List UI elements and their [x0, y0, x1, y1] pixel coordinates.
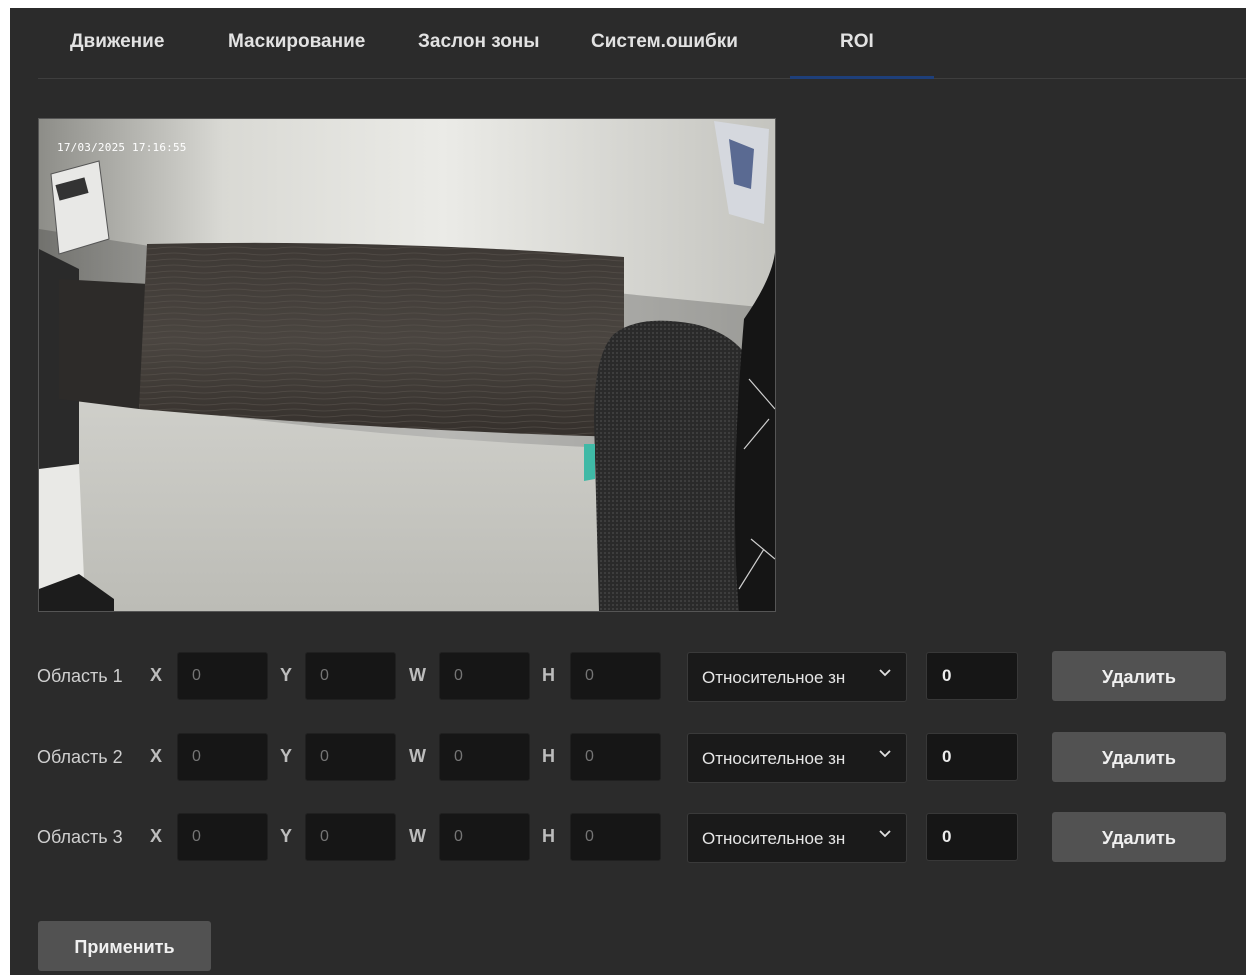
region-y-input[interactable]	[305, 652, 396, 700]
region-value-input[interactable]	[926, 652, 1018, 700]
h-label: H	[542, 665, 555, 685]
x-label: X	[150, 665, 163, 685]
x-label: X	[150, 746, 163, 766]
region-label: Область 3	[37, 827, 123, 847]
region-w-input[interactable]	[439, 813, 530, 861]
region-h-input[interactable]	[570, 813, 661, 861]
region-x-input[interactable]	[177, 733, 268, 781]
region-mode-select[interactable]: Относительное зн	[687, 813, 907, 863]
tab-bar: Движение Маскирование Заслон зоны Систем…	[38, 8, 1246, 79]
region-h-input[interactable]	[570, 652, 661, 700]
chevron-down-icon	[879, 750, 891, 758]
delete-region-button[interactable]: Удалить	[1052, 651, 1226, 701]
tab-roi[interactable]: ROI	[840, 31, 874, 53]
region-mode-value: Относительное зн	[702, 829, 846, 848]
region-w-input[interactable]	[439, 652, 530, 700]
tab-motion[interactable]: Движение	[70, 31, 164, 53]
region-value-input[interactable]	[926, 733, 1018, 781]
tab-system-errors[interactable]: Систем.ошибки	[591, 31, 738, 53]
camera-frame-image	[39, 119, 775, 611]
y-label: Y	[280, 826, 293, 846]
region-h-input[interactable]	[570, 733, 661, 781]
video-preview[interactable]: 17/03/2025 17:16:55	[38, 118, 776, 612]
delete-region-button[interactable]: Удалить	[1052, 812, 1226, 862]
region-value-input[interactable]	[926, 813, 1018, 861]
region-label: Область 1	[37, 666, 123, 686]
h-label: H	[542, 826, 555, 846]
apply-button[interactable]: Применить	[38, 921, 211, 971]
region-mode-select[interactable]: Относительное зн	[687, 652, 907, 702]
chevron-down-icon	[879, 830, 891, 838]
roi-settings-panel: Движение Маскирование Заслон зоны Систем…	[10, 8, 1246, 975]
tab-masking[interactable]: Маскирование	[228, 31, 365, 53]
chevron-down-icon	[879, 669, 891, 677]
h-label: H	[542, 746, 555, 766]
w-label: W	[409, 665, 426, 685]
region-row: Область 3 X Y W H Относительное зн Удали…	[37, 812, 1237, 863]
x-label: X	[150, 826, 163, 846]
region-x-input[interactable]	[177, 813, 268, 861]
active-tab-indicator	[790, 76, 934, 79]
tab-zone-shutter[interactable]: Заслон зоны	[418, 31, 540, 53]
region-mode-select[interactable]: Относительное зн	[687, 733, 907, 783]
region-row: Область 1 X Y W H Относительное зн Удали…	[37, 651, 1237, 702]
region-label: Область 2	[37, 747, 123, 767]
region-mode-value: Относительное зн	[702, 668, 846, 687]
region-row: Область 2 X Y W H Относительное зн Удали…	[37, 732, 1237, 783]
region-mode-value: Относительное зн	[702, 749, 846, 768]
delete-region-button[interactable]: Удалить	[1052, 732, 1226, 782]
region-x-input[interactable]	[177, 652, 268, 700]
w-label: W	[409, 746, 426, 766]
w-label: W	[409, 826, 426, 846]
video-timestamp: 17/03/2025 17:16:55	[57, 141, 187, 154]
region-w-input[interactable]	[439, 733, 530, 781]
region-y-input[interactable]	[305, 813, 396, 861]
y-label: Y	[280, 746, 293, 766]
region-y-input[interactable]	[305, 733, 396, 781]
y-label: Y	[280, 665, 293, 685]
